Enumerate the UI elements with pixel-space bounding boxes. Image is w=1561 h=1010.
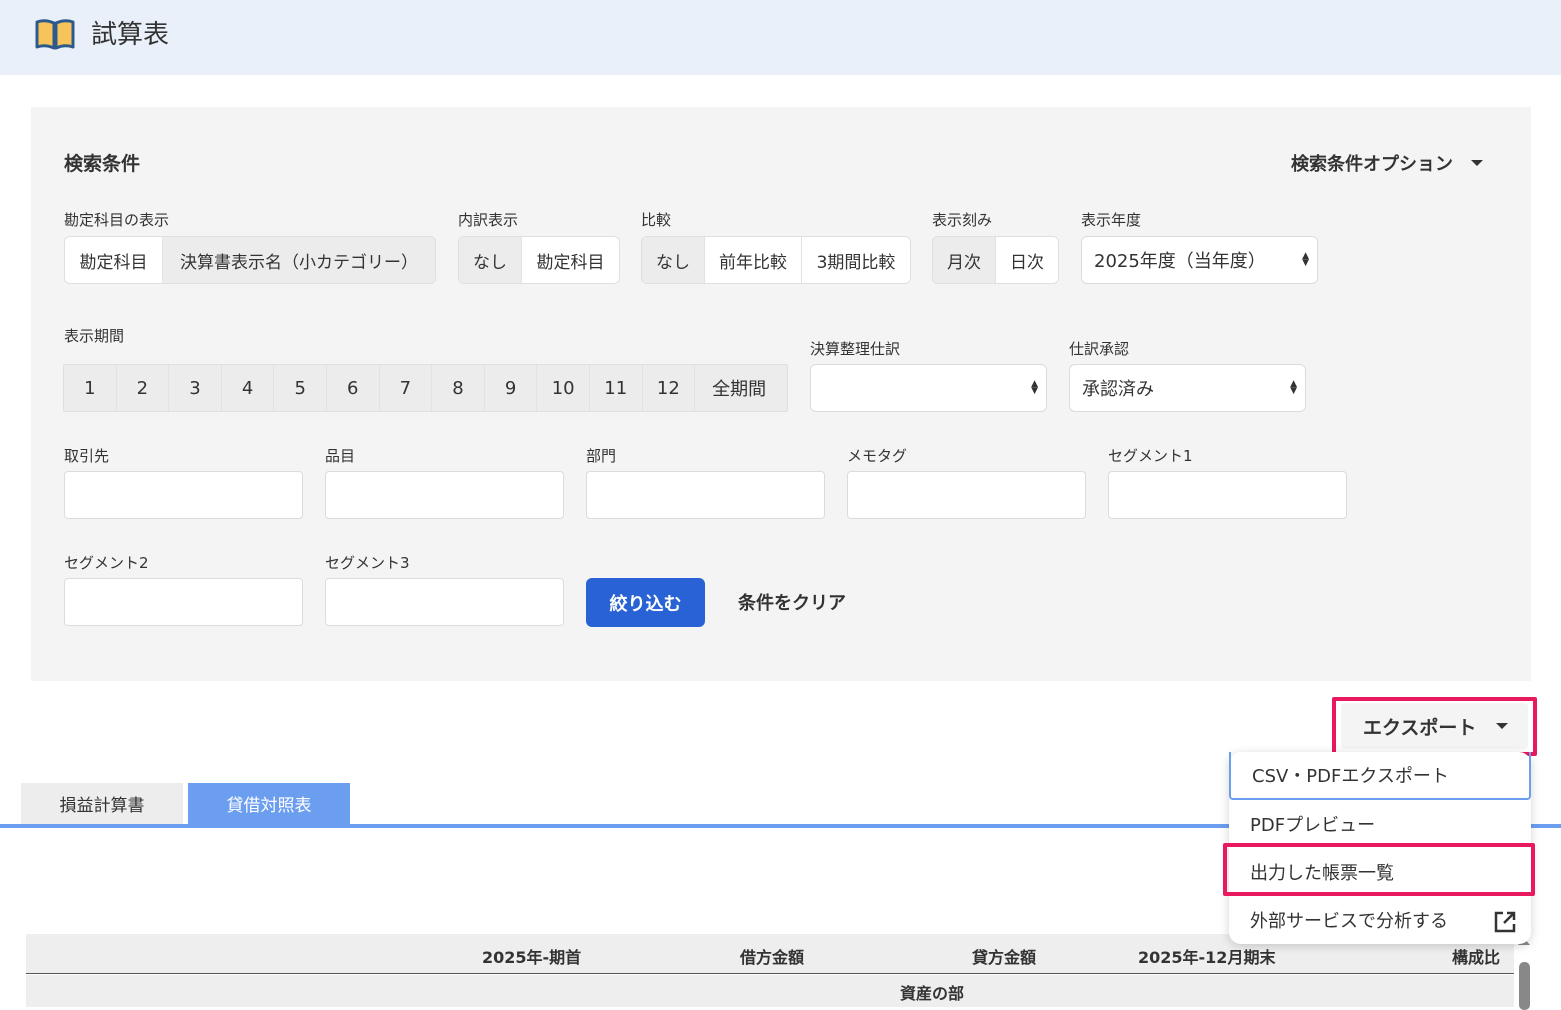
scrollbar-thumb[interactable] <box>1519 962 1530 1010</box>
period-option-1[interactable]: 1 <box>64 365 117 411</box>
page-header: 試算表 <box>0 0 1561 75</box>
caret-down-icon <box>1471 160 1483 166</box>
output-list-highlight-box <box>1223 843 1535 896</box>
period-selector: 1 2 3 4 5 6 7 8 9 10 11 12 全期間 <box>63 364 788 412</box>
column-header-closing: 2025年-12月期末 <box>1138 948 1276 967</box>
period-option-all[interactable]: 全期間 <box>695 365 783 411</box>
period-option-4[interactable]: 4 <box>222 365 275 411</box>
page-title: 試算表 <box>91 20 170 50</box>
segment1-input[interactable] <box>1108 471 1347 519</box>
memo-tag-label: メモタグ <box>847 447 908 465</box>
column-header-debit: 借方金額 <box>740 948 805 967</box>
fiscal-year-value: 2025年度（当年度） <box>1094 251 1266 272</box>
period-option-8[interactable]: 8 <box>432 365 485 411</box>
comparison-option-3-period[interactable]: 3期間比較 <box>802 237 910 283</box>
breakdown-option-none[interactable]: なし <box>459 237 522 283</box>
period-option-6[interactable]: 6 <box>327 365 380 411</box>
approval-select[interactable]: 承認済み ▲ ▼ <box>1069 364 1306 412</box>
item-label: 品目 <box>325 447 356 465</box>
comparison-option-prev-year[interactable]: 前年比較 <box>705 237 802 283</box>
period-label: 表示期間 <box>64 327 125 345</box>
search-options-label: 検索条件オプション <box>1291 154 1453 175</box>
segment2-input[interactable] <box>64 578 303 626</box>
comparison-option-none[interactable]: なし <box>642 237 705 283</box>
partner-label: 取引先 <box>64 447 110 465</box>
select-arrows-icon: ▲ ▼ <box>1031 379 1038 396</box>
book-icon <box>35 19 75 50</box>
department-label: 部門 <box>586 447 617 465</box>
fiscal-year-label: 表示年度 <box>1081 211 1142 229</box>
period-option-10[interactable]: 10 <box>537 365 590 411</box>
department-input[interactable] <box>586 471 825 519</box>
clear-conditions-button[interactable]: 条件をクリア <box>738 589 846 615</box>
memo-tag-input[interactable] <box>847 471 1086 519</box>
menu-item-pdf-preview[interactable]: PDFプレビュー <box>1229 800 1531 848</box>
account-display-label: 勘定科目の表示 <box>64 211 170 229</box>
column-header-ratio: 構成比 <box>1452 948 1501 967</box>
segment1-label: セグメント1 <box>1108 447 1193 465</box>
period-option-9[interactable]: 9 <box>485 365 538 411</box>
period-option-12[interactable]: 12 <box>643 365 696 411</box>
granularity-option-daily[interactable]: 日次 <box>996 237 1058 283</box>
period-option-5[interactable]: 5 <box>274 365 327 411</box>
period-option-2[interactable]: 2 <box>117 365 170 411</box>
period-option-3[interactable]: 3 <box>169 365 222 411</box>
menu-item-external-analysis[interactable]: 外部サービスで分析する <box>1229 896 1531 944</box>
granularity-label: 表示刻み <box>932 211 993 229</box>
breakdown-option-account[interactable]: 勘定科目 <box>522 237 619 283</box>
period-option-11[interactable]: 11 <box>590 365 643 411</box>
external-link-icon <box>1494 911 1516 933</box>
segment3-label: セグメント3 <box>325 554 410 572</box>
column-header-opening: 2025年-期首 <box>482 948 582 967</box>
tab-profit-loss[interactable]: 損益計算書 <box>21 783 183 824</box>
account-display-option-category[interactable]: 決算書表示名（小カテゴリー） <box>163 237 435 283</box>
select-arrows-icon: ▲ ▼ <box>1302 251 1309 268</box>
fiscal-year-select[interactable]: 2025年度（当年度） ▲ ▼ <box>1081 236 1318 284</box>
segment3-input[interactable] <box>325 578 564 626</box>
partner-input[interactable] <box>64 471 303 519</box>
filter-button[interactable]: 絞り込む <box>586 578 705 627</box>
account-display-toggle: 勘定科目 決算書表示名（小カテゴリー） <box>64 236 436 284</box>
column-header-credit: 貸方金額 <box>972 948 1037 967</box>
comparison-label: 比較 <box>641 211 672 229</box>
menu-item-external-label: 外部サービスで分析する <box>1250 911 1448 932</box>
item-input[interactable] <box>325 471 564 519</box>
segment2-label: セグメント2 <box>64 554 149 572</box>
closing-entries-select[interactable]: ▲ ▼ <box>810 364 1047 412</box>
approval-label: 仕訳承認 <box>1069 340 1130 358</box>
menu-item-csv-pdf-export[interactable]: CSV・PDFエクスポート <box>1229 752 1531 800</box>
account-display-option-account[interactable]: 勘定科目 <box>65 237 163 283</box>
export-highlight-box <box>1332 697 1537 756</box>
section-assets-label: 資産の部 <box>900 984 965 1003</box>
search-options-toggle[interactable]: 検索条件オプション <box>1291 150 1483 176</box>
breakdown-toggle: なし 勘定科目 <box>458 236 620 284</box>
granularity-toggle: 月次 日次 <box>932 236 1059 284</box>
tab-balance-sheet[interactable]: 貸借対照表 <box>188 783 350 824</box>
approval-value: 承認済み <box>1082 379 1154 400</box>
closing-entries-label: 決算整理仕訳 <box>810 340 901 358</box>
period-option-7[interactable]: 7 <box>380 365 433 411</box>
comparison-toggle: なし 前年比較 3期間比較 <box>641 236 911 284</box>
search-panel-title: 検索条件 <box>64 153 141 175</box>
breakdown-label: 内訳表示 <box>458 211 519 229</box>
granularity-option-monthly[interactable]: 月次 <box>933 237 996 283</box>
search-panel: 検索条件 検索条件オプション 勘定科目の表示 内訳表示 比較 表示刻み 表示年度… <box>31 107 1531 681</box>
select-arrows-icon: ▲ ▼ <box>1290 379 1297 396</box>
table-section-row: 資産の部 <box>26 975 1514 1007</box>
